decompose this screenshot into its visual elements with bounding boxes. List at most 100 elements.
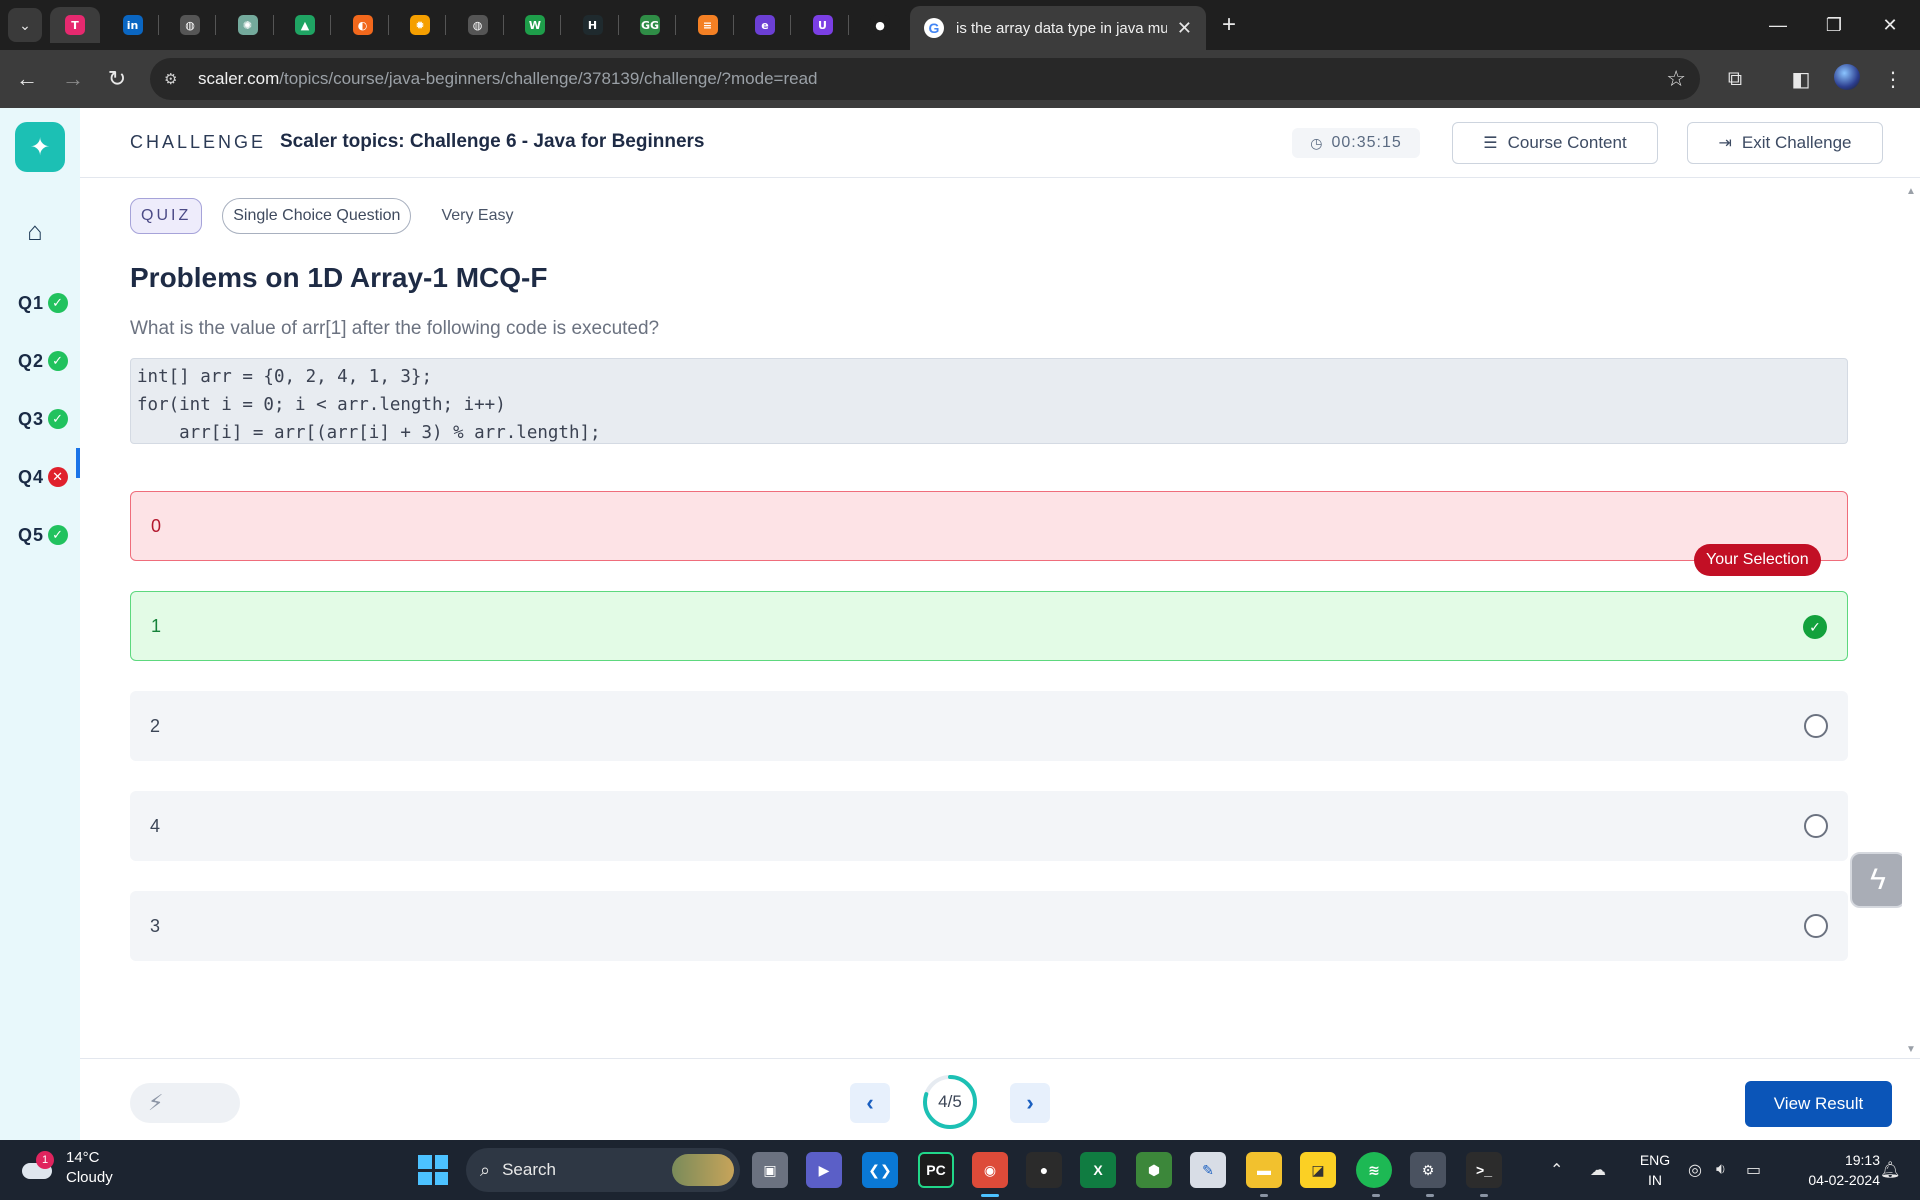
new-tab-button[interactable]: + bbox=[1214, 10, 1244, 40]
language-indicator[interactable]: ENG IN bbox=[1635, 1150, 1675, 1190]
sticky-notes-icon[interactable]: ◪ bbox=[1300, 1152, 1336, 1188]
course-content-button[interactable]: ☰ Course Content bbox=[1452, 122, 1658, 164]
exit-challenge-button[interactable]: ⇥ Exit Challenge bbox=[1687, 122, 1883, 164]
question-nav-item[interactable]: Q5 ✓ bbox=[18, 520, 78, 550]
taskbar-search[interactable]: ⌕ Search bbox=[466, 1148, 740, 1192]
pinned-tab[interactable]: in bbox=[108, 7, 158, 43]
profile-avatar[interactable] bbox=[1834, 64, 1860, 90]
scrollbar[interactable] bbox=[1902, 178, 1920, 1058]
question-nav-label: Q5 bbox=[18, 524, 45, 545]
radio-circle-icon[interactable] bbox=[1804, 714, 1828, 738]
pinned-tab[interactable]: ● bbox=[855, 7, 905, 43]
chrome-icon[interactable]: ◉ bbox=[972, 1152, 1008, 1188]
minimize-icon[interactable]: — bbox=[1758, 8, 1798, 42]
home-icon[interactable]: ⌂ bbox=[20, 216, 50, 246]
scaler-logo-icon[interactable]: ✦ bbox=[15, 122, 65, 172]
view-result-button[interactable]: View Result bbox=[1745, 1081, 1892, 1127]
pinned-tab[interactable]: e bbox=[740, 7, 790, 43]
pinned-tab[interactable]: W bbox=[510, 7, 560, 43]
globe-icon: ◍ bbox=[467, 15, 488, 35]
scroll-up-icon[interactable]: ▲ bbox=[1904, 184, 1918, 198]
pinned-tab[interactable]: ◐ bbox=[338, 7, 388, 43]
question-type-tag: Single Choice Question bbox=[222, 198, 412, 234]
pinned-tab[interactable]: ✹ bbox=[395, 7, 445, 43]
pinned-tab[interactable]: ▲ bbox=[280, 7, 330, 43]
pinned-tab[interactable]: U bbox=[798, 7, 848, 43]
question-nav-item[interactable]: Q1 ✓ bbox=[18, 288, 78, 318]
excel-icon[interactable]: X bbox=[1080, 1152, 1116, 1188]
teams-icon[interactable]: ▶ bbox=[806, 1152, 842, 1188]
scroll-down-icon[interactable]: ▼ bbox=[1904, 1042, 1918, 1056]
lightning-icon[interactable]: ⚡ bbox=[130, 1083, 240, 1123]
file-explorer-icon[interactable]: ▬ bbox=[1246, 1152, 1282, 1188]
tab-separator bbox=[502, 15, 504, 35]
pinned-tab[interactable]: GG bbox=[625, 7, 675, 43]
radio-circle-icon[interactable] bbox=[1804, 814, 1828, 838]
pycharm-icon[interactable]: PC bbox=[918, 1152, 954, 1188]
battery-icon[interactable]: ▭ bbox=[1746, 1140, 1761, 1200]
spotify-icon[interactable]: ≋ bbox=[1356, 1152, 1392, 1188]
close-window-icon[interactable]: ✕ bbox=[1870, 8, 1910, 42]
bottom-navigation-bar: ⚡ ‹ 4/5 › View Result bbox=[80, 1058, 1920, 1140]
reload-icon[interactable]: ↻ bbox=[100, 62, 134, 96]
answer-option[interactable]: 1 ✓ bbox=[130, 591, 1848, 661]
nodejs-icon[interactable]: ⬢ bbox=[1136, 1152, 1172, 1188]
notifications-bell-icon[interactable]: 🔔︎ bbox=[1880, 1140, 1900, 1200]
challenge-title: Scaler topics: Challenge 6 - Java for Be… bbox=[280, 131, 705, 152]
answer-option-label: 0 bbox=[151, 515, 162, 536]
onedrive-icon[interactable]: ☁ bbox=[1590, 1140, 1606, 1200]
pinned-tab[interactable]: H bbox=[568, 7, 618, 43]
answer-option[interactable]: 0 bbox=[130, 491, 1848, 561]
tab-separator bbox=[675, 15, 676, 35]
taskbar-clock[interactable]: 19:13 04-02-2024 bbox=[1780, 1150, 1880, 1190]
previous-question-button[interactable]: ‹ bbox=[850, 1083, 890, 1123]
question-tags: QUIZ Single Choice Question Very Easy bbox=[130, 198, 513, 234]
answer-option[interactable]: 2 bbox=[130, 691, 1848, 761]
pinned-tab[interactable]: ◍ bbox=[453, 7, 503, 43]
answer-option[interactable]: 3 bbox=[130, 891, 1848, 961]
restore-icon[interactable]: ❐ bbox=[1814, 8, 1854, 42]
address-bar[interactable]: ⚙ scaler.com/topics/course/java-beginner… bbox=[150, 58, 1700, 100]
weather-widget[interactable]: 1 14°C Cloudy bbox=[20, 1148, 113, 1188]
active-tab[interactable]: G is the array data type in java mu ✕ bbox=[910, 6, 1206, 50]
url-host: scaler.com bbox=[198, 69, 280, 88]
terminal-icon[interactable]: >_ bbox=[1466, 1152, 1502, 1188]
pinned-tab[interactable]: ✺ bbox=[223, 7, 273, 43]
site-info-icon[interactable]: ⚙ bbox=[164, 70, 186, 88]
pinned-tab[interactable]: ≡ bbox=[683, 7, 733, 43]
u-icon: U bbox=[812, 15, 833, 35]
language-line1: ENG bbox=[1639, 1152, 1671, 1168]
task-view-icon[interactable]: ▣ bbox=[752, 1152, 788, 1188]
vscode-icon[interactable]: ❮❯ bbox=[862, 1152, 898, 1188]
github-desktop-icon[interactable]: ● bbox=[1026, 1152, 1062, 1188]
progress-text: 4/5 bbox=[938, 1092, 962, 1111]
back-icon[interactable]: ← bbox=[10, 62, 44, 96]
chrome-menu-icon[interactable]: ⋮ bbox=[1876, 62, 1910, 96]
show-hidden-icons-icon[interactable]: ⌃ bbox=[1550, 1140, 1563, 1200]
question-nav-item[interactable]: Q2 ✓ bbox=[18, 346, 78, 376]
tab-search-chevron-icon[interactable]: ⌄ bbox=[8, 8, 42, 42]
close-tab-icon[interactable]: ✕ bbox=[1177, 18, 1192, 39]
bookmark-star-icon[interactable]: ☆ bbox=[1666, 66, 1686, 92]
windows-start-icon[interactable] bbox=[418, 1155, 448, 1185]
linkedin-icon: in bbox=[122, 15, 143, 35]
radio-circle-icon[interactable] bbox=[1804, 914, 1828, 938]
answer-option[interactable]: 4 bbox=[130, 791, 1848, 861]
next-question-button[interactable]: › bbox=[1010, 1083, 1050, 1123]
forward-icon[interactable]: → bbox=[56, 62, 90, 96]
floating-lightning-icon[interactable]: ϟ bbox=[1850, 852, 1906, 908]
globe-icon: ◍ bbox=[180, 15, 200, 35]
question-nav-item[interactable]: Q4 ✕ bbox=[18, 462, 78, 492]
volume-icon[interactable]: 🔉︎ bbox=[1716, 1140, 1726, 1200]
settings-icon[interactable]: ⚙ bbox=[1410, 1152, 1446, 1188]
question-nav-item[interactable]: Q3 ✓ bbox=[18, 404, 78, 434]
tab-separator bbox=[732, 15, 734, 35]
network-icon[interactable]: ◎ bbox=[1688, 1140, 1702, 1200]
pinned-tab[interactable]: T bbox=[50, 7, 100, 43]
typeform-icon: T bbox=[65, 15, 85, 35]
hackerrank-icon: H bbox=[582, 15, 603, 35]
extensions-icon[interactable]: ⧉ bbox=[1718, 62, 1752, 96]
pinned-tab[interactable]: ◍ bbox=[165, 7, 215, 43]
side-panel-icon[interactable]: ◧ bbox=[1784, 62, 1818, 96]
notepad-icon[interactable]: ✎ bbox=[1190, 1152, 1226, 1188]
